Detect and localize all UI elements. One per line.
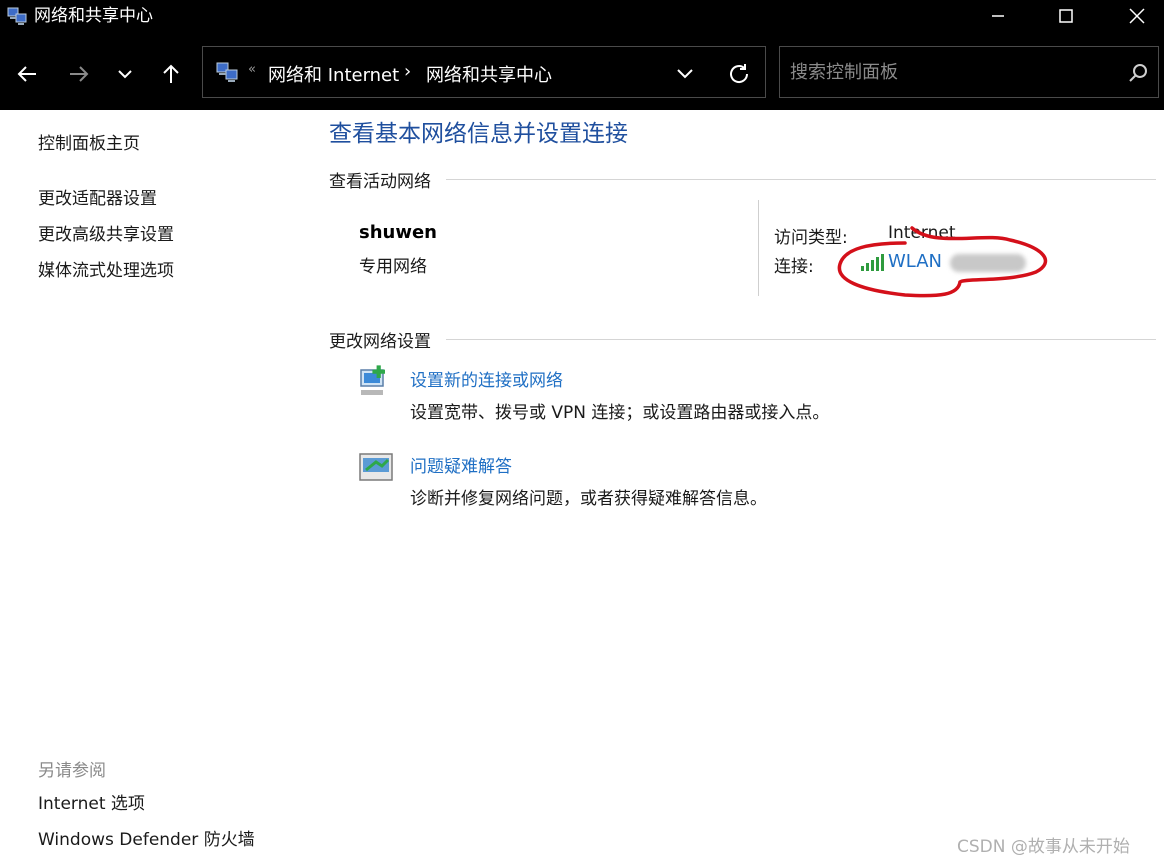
sidebar-item-media-streaming[interactable]: 媒体流式处理选项 — [38, 260, 174, 282]
breadcrumb-network-internet[interactable]: 网络和 Internet — [268, 61, 399, 87]
breadcrumb-overflow[interactable]: « — [248, 62, 256, 77]
sidebar-item-adapter-settings[interactable]: 更改适配器设置 — [38, 188, 157, 210]
sidebar-item-control-panel-home[interactable]: 控制面板主页 — [38, 133, 140, 155]
breadcrumb-network-sharing-center[interactable]: 网络和共享中心 — [426, 61, 552, 87]
recent-locations-button[interactable] — [108, 59, 142, 89]
search-box[interactable] — [779, 46, 1159, 98]
address-bar[interactable]: « 网络和 Internet › 网络和共享中心 — [202, 46, 766, 98]
setup-new-connection-description: 设置宽带、拨号或 VPN 连接；或设置路由器或接入点。 — [410, 403, 830, 423]
new-connection-icon — [360, 365, 385, 395]
see-also-internet-options[interactable]: Internet 选项 — [38, 793, 145, 815]
active-networks-heading: 查看活动网络 — [329, 172, 431, 192]
up-arrow-icon — [163, 64, 179, 83]
wifi-signal-icon — [861, 254, 884, 271]
section-divider — [446, 179, 1156, 180]
network-type[interactable]: 专用网络 — [359, 252, 427, 277]
network-name: shuwen — [359, 222, 437, 243]
troubleshoot-description: 诊断并修复网络问题，或者获得疑难解答信息。 — [410, 489, 767, 509]
chevron-down-icon — [118, 70, 132, 79]
network-center-icon — [216, 62, 238, 82]
breadcrumb-separator[interactable]: › — [404, 61, 411, 82]
redacted-ssid — [950, 254, 1026, 272]
page-title: 查看基本网络信息并设置连接 — [329, 121, 628, 147]
title-bar: 网络和共享中心 — [0, 0, 1164, 32]
chevron-down-icon[interactable] — [673, 61, 697, 85]
minimize-icon — [992, 15, 1004, 17]
back-button[interactable] — [10, 59, 44, 89]
troubleshoot-icon — [359, 453, 393, 481]
network-divider — [758, 200, 759, 296]
troubleshoot-link[interactable]: 问题疑难解答 — [410, 452, 512, 477]
connection-label: 连接: — [774, 257, 814, 277]
watermark: CSDN @故事从未开始 — [957, 837, 1130, 857]
section-divider — [446, 339, 1156, 340]
change-network-settings-heading: 更改网络设置 — [329, 332, 431, 352]
close-icon — [1129, 8, 1145, 24]
back-arrow-icon — [17, 66, 36, 82]
refresh-icon — [730, 64, 749, 83]
access-type-value: Internet — [888, 223, 956, 243]
sidebar-item-advanced-sharing[interactable]: 更改高级共享设置 — [38, 224, 174, 246]
minimize-button[interactable] — [975, 0, 1021, 32]
access-type-label: 访问类型: — [774, 228, 848, 248]
see-also-defender-firewall[interactable]: Windows Defender 防火墙 — [38, 829, 255, 851]
forward-arrow-icon — [70, 66, 89, 82]
search-input[interactable] — [790, 59, 1110, 85]
maximize-button[interactable] — [1043, 0, 1089, 32]
forward-button[interactable] — [62, 59, 96, 89]
close-button[interactable] — [1114, 0, 1160, 32]
network-center-icon — [7, 7, 27, 25]
wlan-connection-link[interactable]: WLAN — [888, 251, 942, 272]
search-icon[interactable] — [1128, 63, 1148, 83]
refresh-button[interactable] — [725, 60, 753, 88]
up-button[interactable] — [154, 59, 188, 89]
maximize-icon — [1059, 9, 1073, 23]
see-also-title: 另请参阅 — [38, 761, 106, 781]
window-title: 网络和共享中心 — [34, 6, 153, 26]
setup-new-connection-link[interactable]: 设置新的连接或网络 — [410, 366, 563, 391]
